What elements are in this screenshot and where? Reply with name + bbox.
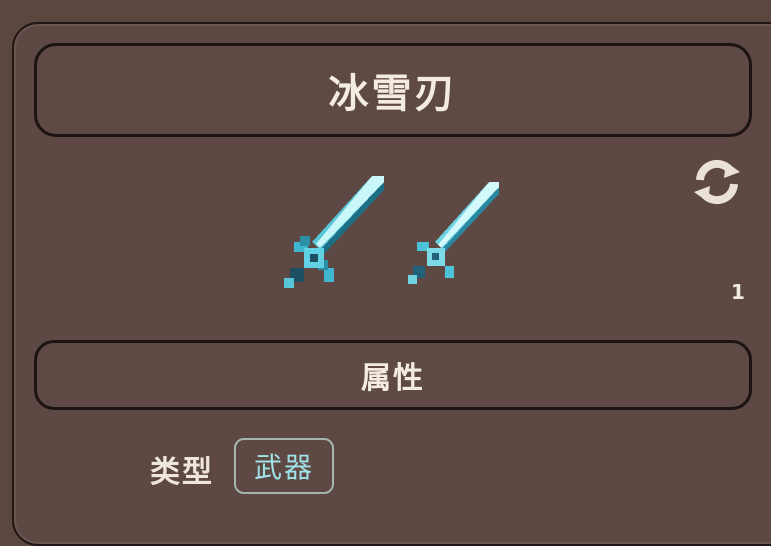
type-label: 类型 xyxy=(150,455,214,490)
item-title-bar: 冰雪刃 xyxy=(34,43,752,137)
sword-icon[interactable] xyxy=(405,178,505,290)
sword-icon[interactable] xyxy=(280,172,390,294)
refresh-icon[interactable] xyxy=(690,158,744,206)
type-tag[interactable]: 武器 xyxy=(234,438,334,494)
attributes-header: 属性 xyxy=(361,361,425,396)
attributes-header-bar: 属性 xyxy=(34,340,752,410)
item-name: 冰雪刃 xyxy=(328,71,458,117)
item-count: 1 xyxy=(731,280,745,304)
